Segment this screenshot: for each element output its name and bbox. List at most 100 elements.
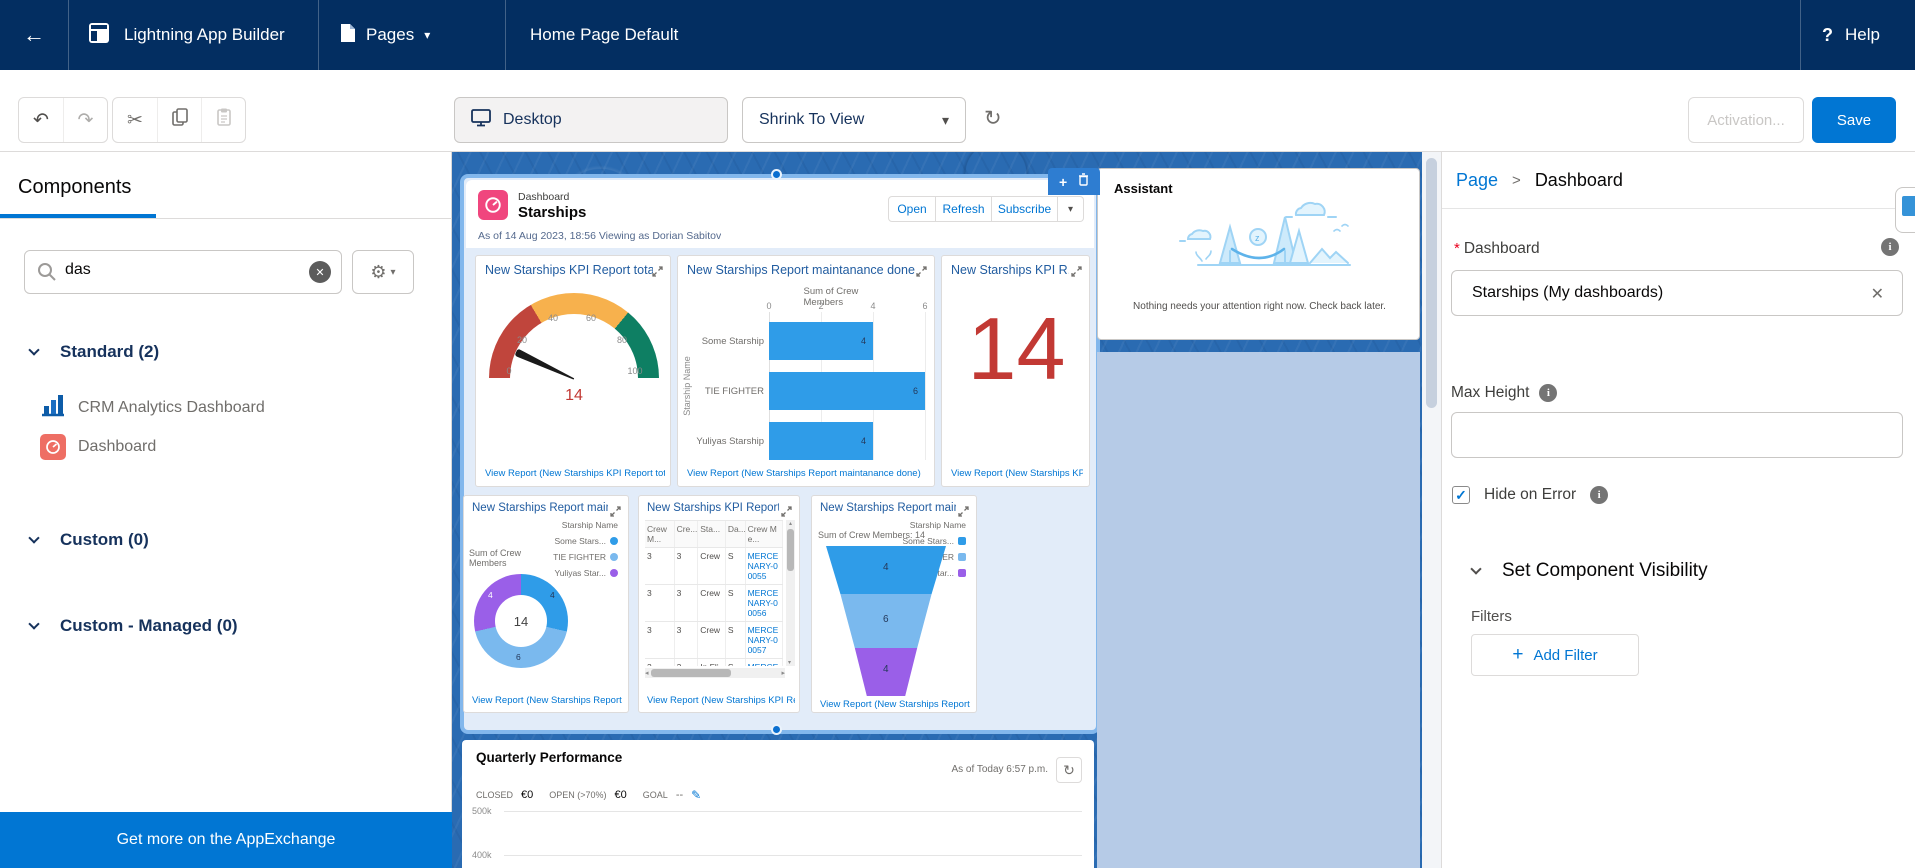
x-tick: 0 (766, 301, 771, 311)
report-table[interactable]: Crew M...Cre...Sta...Da...Crew Me... 33C… (645, 520, 783, 666)
activation-button[interactable]: Activation... (1688, 97, 1804, 143)
scrollbar-thumb[interactable] (1426, 158, 1437, 408)
close-icon: ✕ (1871, 286, 1884, 303)
help-label: Help (1845, 25, 1880, 45)
page-canvas[interactable]: + Dashboard Starships As of 14 Aug 2023,… (452, 152, 1441, 868)
view-report-link[interactable]: View Report (New Starships KPI Report to… (647, 695, 795, 706)
dashboard-field-input[interactable]: Starships (My dashboards) ✕ (1451, 270, 1903, 316)
tab-components[interactable]: Components (18, 176, 131, 199)
view-report-link[interactable]: View Report (New Starships Report mainta… (472, 695, 622, 706)
max-height-input[interactable] (1451, 412, 1903, 458)
sidebar-item-crm-analytics-dashboard[interactable]: CRM Analytics Dashboard (40, 392, 265, 423)
undo-button[interactable]: ↶ (19, 98, 63, 142)
collapse-panel-tab[interactable] (1895, 187, 1915, 233)
field-label: Max Height (1451, 384, 1529, 402)
undo-icon: ↶ (33, 109, 49, 132)
trash-icon[interactable] (1078, 173, 1089, 191)
legend-dot (958, 569, 966, 577)
expand-icon[interactable] (916, 264, 927, 282)
card-funnel[interactable]: New Starships Report maintana... Starshi… (811, 495, 977, 713)
copy-button[interactable] (157, 98, 201, 142)
card-donut[interactable]: New Starships Report maintanan... Starsh… (463, 495, 629, 713)
section-standard[interactable]: Standard (2) (30, 342, 159, 362)
appexchange-button[interactable]: Get more on the AppExchange (0, 812, 452, 868)
record-link[interactable]: MERCENARY-00056 (746, 585, 783, 621)
info-icon[interactable]: i (1881, 238, 1899, 256)
bar-value: 6 (913, 386, 918, 396)
search-value: das (65, 261, 91, 279)
component-search-input[interactable]: das ✕ (24, 250, 342, 294)
scrollbar-thumb[interactable] (787, 529, 794, 571)
funnel-measure: Sum of Crew Members: 14 (818, 530, 925, 540)
view-report-link[interactable]: View Report (New Starships Report mainta… (820, 699, 970, 710)
add-filter-label: Add Filter (1533, 647, 1597, 664)
hide-on-error-checkbox[interactable]: ✓ (1452, 486, 1470, 504)
view-report-link[interactable]: View Report (New Starships KPI ... (951, 468, 1083, 479)
info-icon[interactable]: i (1539, 384, 1557, 402)
pencil-icon[interactable]: ✎ (691, 788, 701, 802)
component-settings-button[interactable]: ⚙ ▾ (352, 250, 414, 294)
card-metric[interactable]: New Starships KPI R... 14 View Report (N… (941, 255, 1090, 487)
canvas-refresh-button[interactable]: ↻ (984, 106, 1002, 131)
expand-icon[interactable] (652, 264, 663, 282)
section-custom[interactable]: Custom (0) (30, 530, 149, 550)
selection-bottom-handle[interactable] (771, 724, 782, 735)
info-icon[interactable]: i (1590, 486, 1608, 504)
app-builder-home[interactable]: Lightning App Builder (88, 0, 285, 70)
pages-menu[interactable]: Pages ▾ (340, 0, 430, 70)
assistant-component[interactable]: Assistant z (1097, 168, 1420, 340)
canvas-scrollbar[interactable] (1422, 152, 1441, 868)
paste-button[interactable] (201, 98, 245, 142)
vertical-scrollbar[interactable]: ▴ ▾ (786, 520, 795, 666)
dashboard-field-label: * Dashboard (1454, 240, 1540, 258)
selection-top-handle[interactable] (771, 169, 782, 180)
scroll-up-icon[interactable]: ▴ (786, 520, 795, 527)
breadcrumb-page-link[interactable]: Page (1456, 170, 1498, 191)
view-report-link[interactable]: View Report (New Starships Report mainta… (687, 468, 927, 479)
redo-button[interactable]: ↷ (63, 98, 107, 142)
clipboard-group: ✂ (112, 97, 246, 143)
expand-icon[interactable] (1071, 264, 1082, 282)
add-filter-button[interactable]: + Add Filter (1471, 634, 1639, 676)
divider (68, 0, 69, 70)
view-report-link[interactable]: View Report (New Starships KPI Report to… (485, 468, 665, 479)
section-component-visibility[interactable]: Set Component Visibility (1472, 560, 1708, 582)
open-button[interactable]: Open (888, 196, 936, 222)
app-builder-icon (88, 22, 110, 49)
empty-region[interactable] (1097, 352, 1420, 868)
record-link[interactable]: MERCENARY-00057 (746, 622, 783, 658)
subscribe-button[interactable]: Subscribe (992, 196, 1058, 222)
scroll-left-icon[interactable]: ◂ (645, 669, 649, 677)
performance-component[interactable]: Quarterly Performance As of Today 6:57 p… (462, 740, 1094, 868)
search-icon (37, 262, 57, 287)
scroll-right-icon[interactable]: ▸ (781, 669, 785, 677)
record-link[interactable]: MERCENARY-00055 (746, 548, 783, 584)
chevron-down-icon: ▾ (942, 112, 949, 129)
y-tick: 400k (472, 850, 492, 860)
table-row: 33In FliSMERCENARY-00061 (645, 659, 783, 666)
move-icon[interactable]: + (1059, 174, 1067, 190)
save-button[interactable]: Save (1812, 97, 1896, 143)
back-button[interactable]: ← (0, 0, 68, 70)
paste-icon (217, 108, 231, 132)
bar-category: TIE FIGHTER (684, 386, 764, 397)
horizontal-scrollbar[interactable]: ◂ ▸ (645, 668, 785, 678)
sidebar-item-dashboard[interactable]: Dashboard (40, 434, 156, 460)
card-bar-chart[interactable]: New Starships Report maintanance done Su… (677, 255, 935, 487)
view-mode-select[interactable]: Shrink To View ▾ (742, 97, 966, 143)
scrollbar-thumb[interactable] (651, 669, 731, 677)
section-custom-managed[interactable]: Custom - Managed (0) (30, 616, 238, 636)
more-actions-button[interactable]: ▾ (1058, 196, 1084, 222)
clear-selection-button[interactable]: ✕ (1871, 284, 1884, 304)
cut-button[interactable]: ✂ (113, 98, 157, 142)
scroll-down-icon[interactable]: ▾ (788, 659, 791, 666)
form-factor-select[interactable]: Desktop (454, 97, 728, 143)
card-gauge[interactable]: New Starships KPI Report total 2 0 20 40… (475, 255, 671, 487)
help-button[interactable]: ? Help (1822, 0, 1880, 70)
bar-value: 4 (861, 336, 866, 346)
clear-search-button[interactable]: ✕ (309, 261, 331, 283)
refresh-button[interactable]: Refresh (936, 196, 992, 222)
record-link[interactable]: MERCENARY-00061 (746, 659, 783, 666)
card-table[interactable]: New Starships KPI Report total 2 Crew M.… (638, 495, 800, 713)
performance-refresh-button[interactable]: ↻ (1056, 757, 1082, 783)
